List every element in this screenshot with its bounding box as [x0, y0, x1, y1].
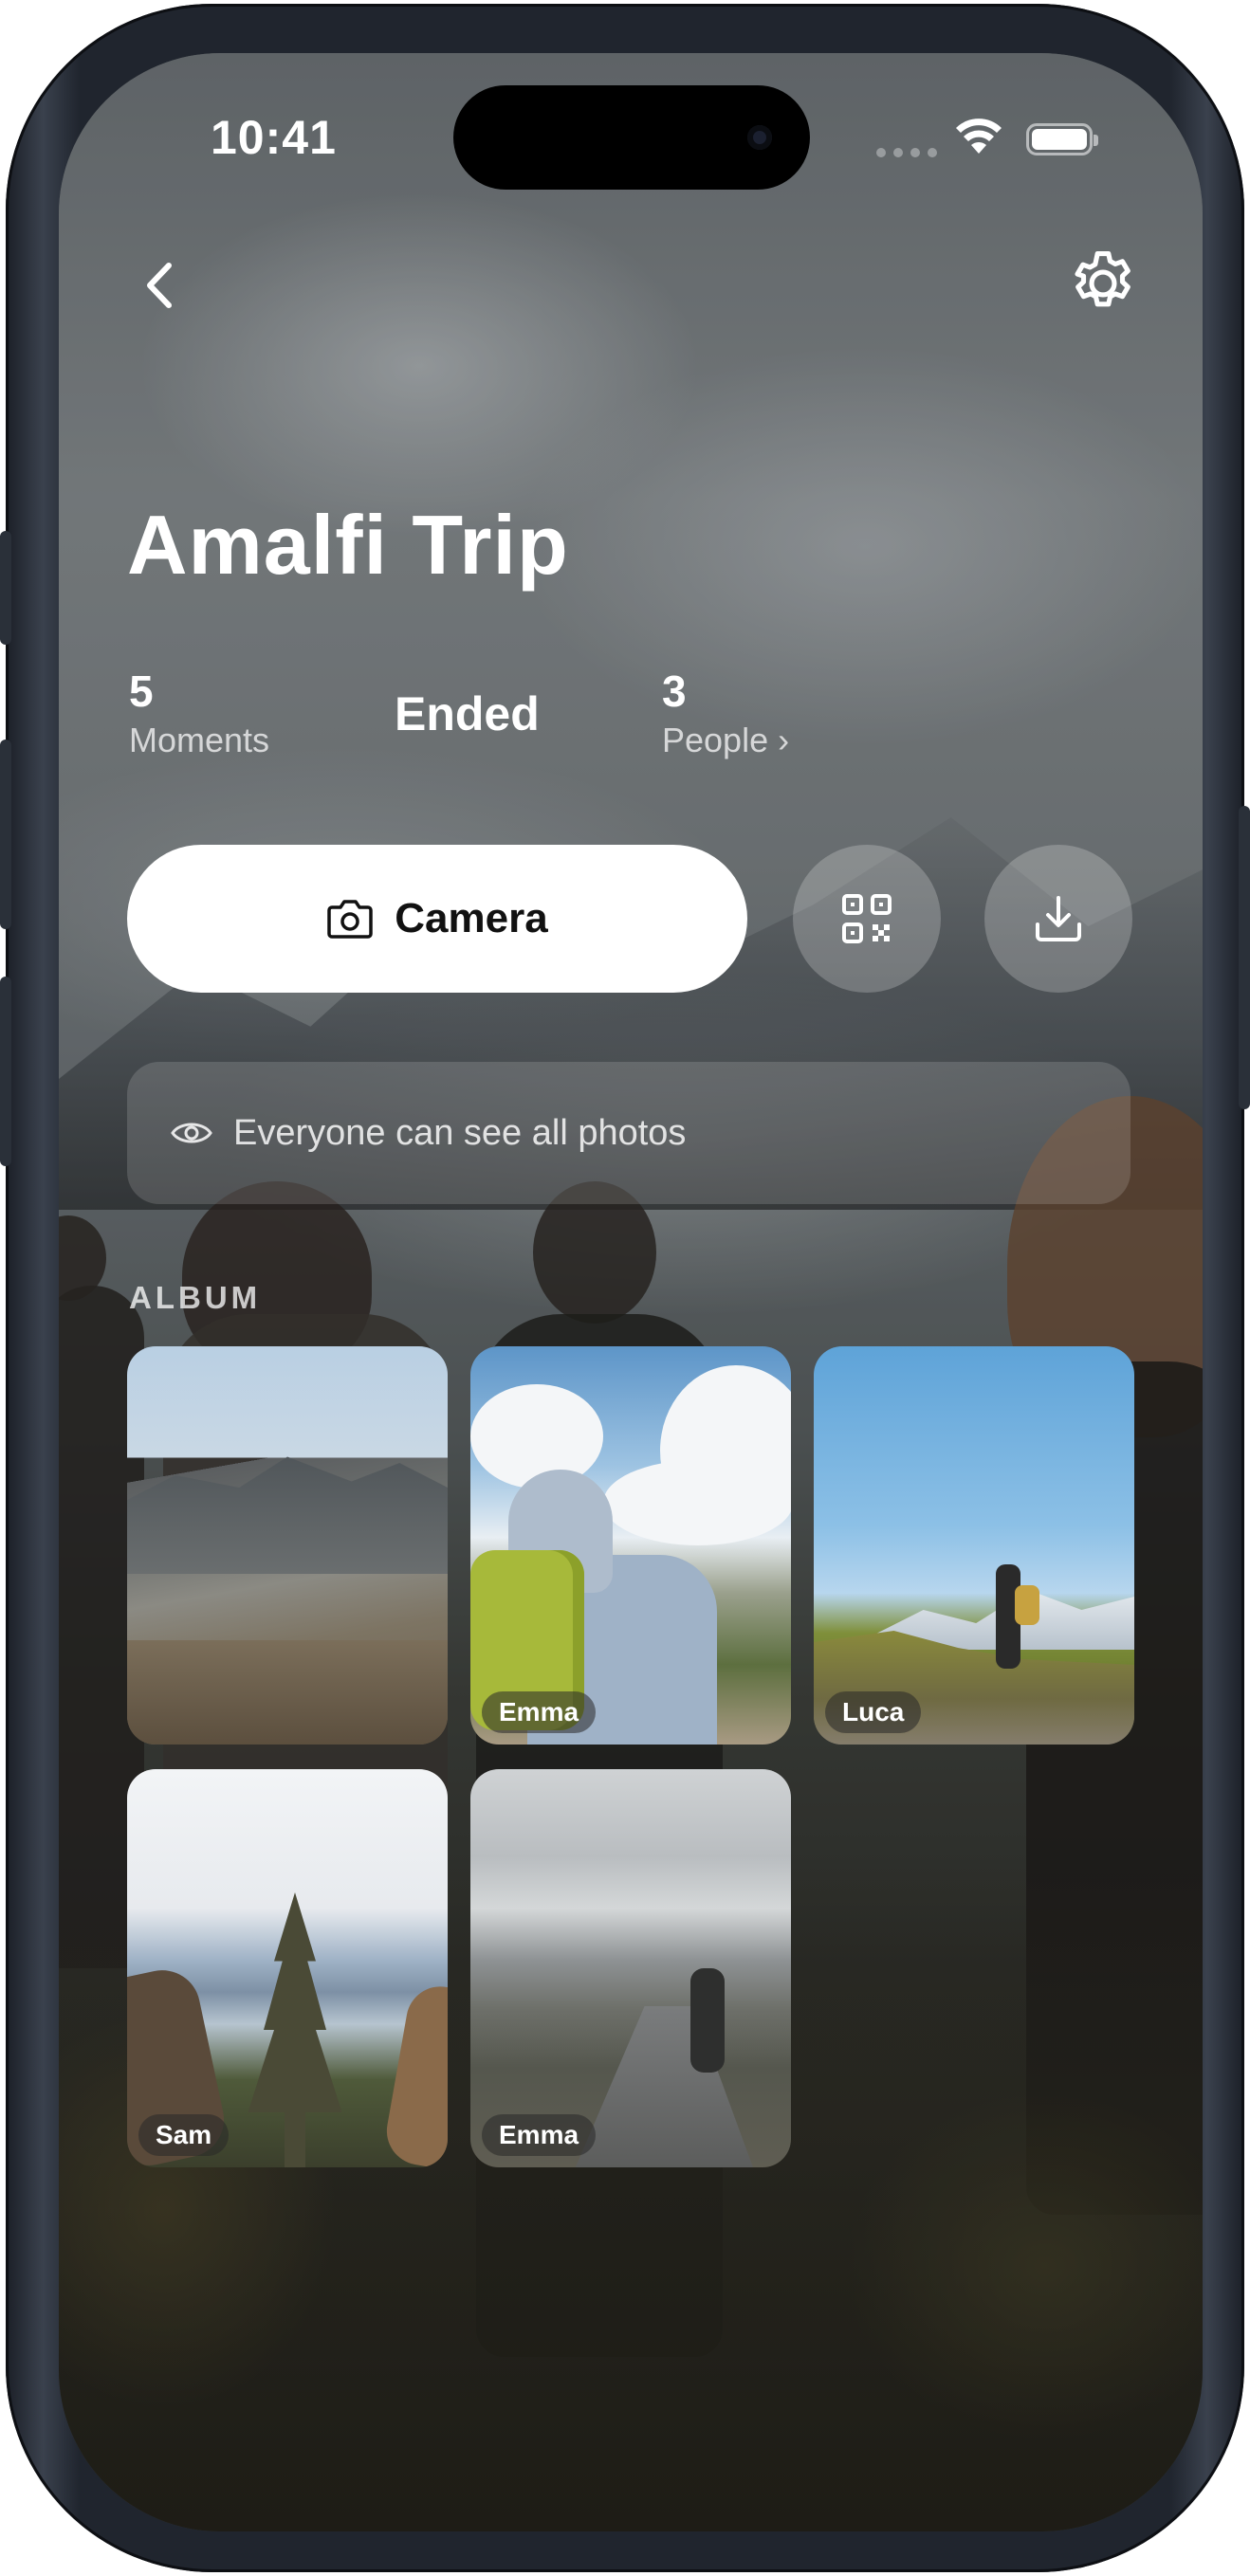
back-button[interactable]: [131, 252, 188, 319]
app-screen: 10:41 Amalfi Trip 5 Moments Ended 3 Peop…: [59, 53, 1203, 2531]
camera-button[interactable]: Camera: [127, 845, 747, 993]
battery-icon: [1026, 123, 1098, 155]
moments-count: 5: [129, 667, 154, 716]
people-count: 3: [662, 667, 687, 716]
eye-icon: [171, 1123, 212, 1143]
album-photo[interactable]: Sam: [127, 1769, 448, 2167]
photo-author-badge: Sam: [138, 2114, 230, 2156]
event-status: Ended: [395, 687, 540, 740]
photo-author-badge: Emma: [482, 2114, 597, 2156]
front-camera: [747, 125, 772, 150]
album-photo[interactable]: Luca: [814, 1346, 1134, 1745]
photo-author-badge: Luca: [138, 1691, 235, 1733]
album-section-label: ALBUM: [129, 1280, 262, 1315]
people-stat[interactable]: 3 People ›: [662, 666, 789, 760]
volume-up-button: [0, 740, 11, 929]
action-button: [0, 531, 11, 645]
camera-icon: [327, 900, 374, 939]
camera-button-label: Camera: [395, 895, 548, 941]
power-button: [1239, 806, 1250, 1109]
moments-stat: 5 Moments: [129, 666, 269, 760]
people-label: People ›: [662, 721, 790, 759]
qr-code-button[interactable]: [793, 845, 941, 993]
phone-frame: 10:41 Amalfi Trip 5 Moments Ended 3 Peop…: [0, 4, 1250, 2572]
download-button[interactable]: [984, 845, 1132, 993]
album-photo[interactable]: Emma: [470, 1769, 791, 2167]
album-photo[interactable]: Luca: [127, 1346, 448, 1745]
qr-code-icon: [842, 894, 892, 943]
dynamic-island: [453, 85, 810, 190]
album-photo[interactable]: Emma: [470, 1346, 791, 1745]
moments-label: Moments: [129, 721, 270, 759]
photo-author-badge: Emma: [482, 1691, 597, 1733]
signal-icon: [876, 148, 937, 157]
visibility-banner[interactable]: Everyone can see all photos: [127, 1062, 1131, 1204]
wifi-icon: [956, 119, 1002, 154]
status-time: 10:41: [211, 111, 337, 164]
visibility-text: Everyone can see all photos: [233, 1112, 687, 1153]
photo-author-badge: Luca: [825, 1691, 922, 1733]
event-title: Amalfi Trip: [127, 498, 569, 592]
volume-down-button: [0, 977, 11, 1166]
gear-icon: [1075, 251, 1131, 307]
settings-button[interactable]: [1064, 245, 1142, 322]
download-icon: [1036, 896, 1081, 941]
chevron-left-icon: [147, 263, 172, 308]
